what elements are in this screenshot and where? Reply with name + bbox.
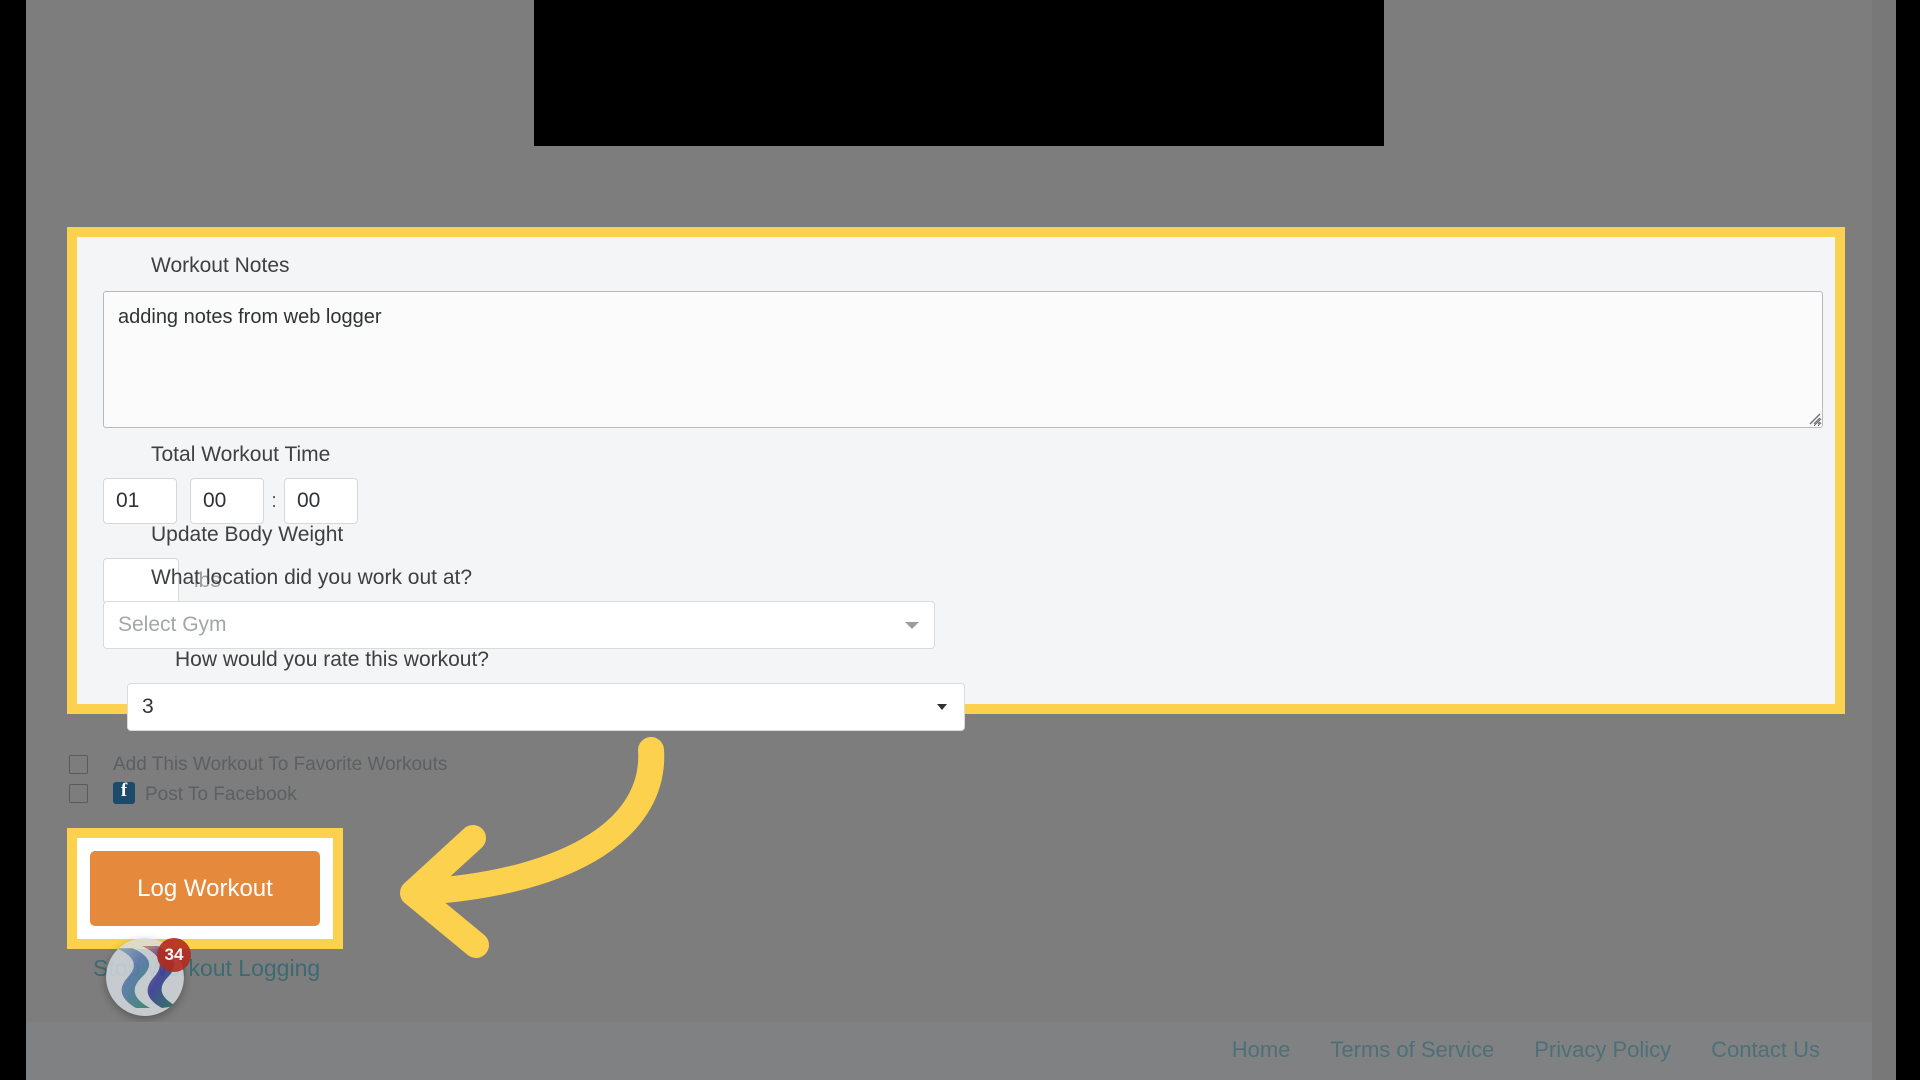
log-workout-button[interactable]: Log Workout <box>90 851 320 926</box>
post-to-facebook-label: Post To Facebook <box>113 780 297 806</box>
workout-location-label: What location did you work out at? <box>151 566 473 589</box>
total-workout-time-field: Total Workout Time : <box>103 444 966 524</box>
workout-location-field: What location did you work out at? Selec… <box>103 567 966 649</box>
workout-notes-field: Workout Notes <box>103 254 1823 433</box>
footer-link-home[interactable]: Home <box>1232 1037 1291 1063</box>
screen: Workout Notes Total Workout Time <box>0 0 1920 1080</box>
total-workout-time-label: Total Workout Time <box>151 443 331 466</box>
rating-select[interactable]: 3 <box>127 683 965 731</box>
time-separator: : <box>271 489 277 512</box>
update-body-weight-label: Update Body Weight <box>151 523 344 546</box>
footer-link-list: Home Terms of Service Privacy Policy Con… <box>1232 1037 1820 1063</box>
workout-options: Add This Workout To Favorite Workouts Po… <box>69 750 447 808</box>
favorite-workout-label: Add This Workout To Favorite Workouts <box>113 753 448 775</box>
favorite-workout-checkbox[interactable] <box>69 755 88 774</box>
browser-page: Workout Notes Total Workout Time <box>26 0 1896 1080</box>
facebook-icon <box>113 780 135 804</box>
workout-rating-field: How would you rate this workout? 3 <box>127 649 990 731</box>
workout-minutes-input[interactable] <box>190 478 264 524</box>
post-to-facebook-text: Post To Facebook <box>145 783 297 805</box>
page-right-gutter <box>1872 0 1896 1080</box>
rating-select-value: 3 <box>142 695 154 718</box>
page-content: Workout Notes Total Workout Time <box>26 0 1872 1080</box>
workout-form-panel: Workout Notes Total Workout Time <box>77 237 1835 731</box>
workout-hours-input[interactable] <box>103 478 177 524</box>
form-highlight-box: Workout Notes Total Workout Time <box>67 227 1845 731</box>
post-to-facebook-option[interactable]: Post To Facebook <box>69 779 447 808</box>
workout-notes-label: Workout Notes <box>151 254 290 277</box>
footer-link-terms-of-service[interactable]: Terms of Service <box>1330 1037 1494 1063</box>
workout-notes-input[interactable] <box>103 291 1823 428</box>
log-workout-highlight-box: Log Workout <box>67 828 343 949</box>
favorite-workout-option[interactable]: Add This Workout To Favorite Workouts <box>69 750 447 779</box>
workout-seconds-input[interactable] <box>284 478 358 524</box>
gym-select[interactable]: Select Gym <box>103 601 935 649</box>
gym-select-value: Select Gym <box>118 613 227 636</box>
footer-link-privacy-policy[interactable]: Privacy Policy <box>1534 1037 1671 1063</box>
footer-link-contact-us[interactable]: Contact Us <box>1711 1037 1820 1063</box>
log-workout-highlight-inner: Log Workout <box>77 838 333 939</box>
post-to-facebook-checkbox[interactable] <box>69 784 88 803</box>
video-ad-block <box>534 0 1384 146</box>
page-footer: Home Terms of Service Privacy Policy Con… <box>26 1022 1872 1080</box>
location-and-rating-row: What location did you work out at? Selec… <box>103 567 1829 731</box>
workout-rating-label: How would you rate this workout? <box>175 648 489 671</box>
chat-unread-badge: 34 <box>157 938 191 972</box>
